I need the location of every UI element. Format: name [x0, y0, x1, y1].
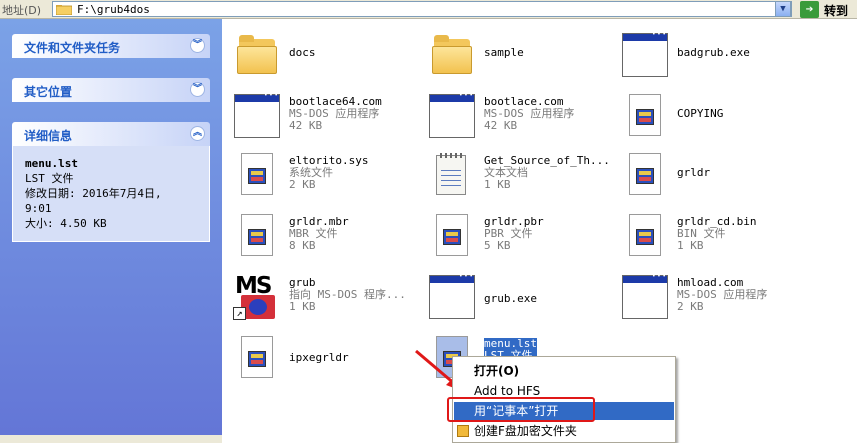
panel-other-places-header[interactable]: 其它位置 ︾ [12, 78, 210, 102]
chevron-up-icon[interactable]: ︽ [190, 126, 205, 141]
file-item-grldr[interactable]: grldr [621, 151, 816, 203]
folder-icon [233, 31, 281, 79]
file-item-grub[interactable]: MS ↗ grub 指向 MS-DOS 程序... 1 KB [233, 273, 428, 325]
menu-item-label: 创建F盘加密文件夹 [474, 424, 577, 438]
window-app-icon [621, 31, 669, 79]
file-name: grub.exe [484, 292, 537, 305]
panel-details: 详细信息 ︽ menu.lst LST 文件 修改日期: 2016年7月4日, … [12, 122, 210, 242]
file-item-get-source[interactable]: Get_Source_of_Th... 文本文档 1 KB [428, 151, 623, 203]
file-item-copying[interactable]: COPYING [621, 92, 816, 144]
chevron-down-icon[interactable]: ︾ [190, 82, 205, 97]
address-dropdown-button[interactable]: ▼ [775, 1, 791, 17]
generic-file-icon [621, 92, 669, 140]
window-app-icon [428, 92, 476, 140]
generic-file-icon [621, 151, 669, 199]
file-item-grldr-mbr[interactable]: grldr.mbr MBR 文件 8 KB [233, 212, 428, 264]
panel-file-tasks: 文件和文件夹任务 ︾ [12, 34, 210, 58]
shortcut-arrow-icon: ↗ [233, 307, 246, 320]
generic-file-icon [233, 212, 281, 260]
generic-file-icon [621, 212, 669, 260]
file-item-bootlace64[interactable]: bootlace64.comMS-DOS 应用程序42 KB [233, 92, 428, 144]
panel-title: 其它位置 [24, 85, 73, 99]
task-pane: 文件和文件夹任务 ︾ 其它位置 ︾ 详细信息 ︽ menu.lst LST 文件… [0, 19, 222, 443]
file-name: sample [484, 46, 524, 59]
details-size: 大小: 4.50 KB [25, 217, 107, 230]
file-name: ipxegrldr [289, 351, 349, 364]
details-modified: 修改日期: 2016年7月4日, [25, 187, 162, 200]
details-body: menu.lst LST 文件 修改日期: 2016年7月4日, 9:01 大小… [12, 146, 210, 242]
chevron-down-icon[interactable]: ︾ [190, 38, 205, 53]
arrow-right-icon: ➔ [800, 1, 819, 18]
details-modified-time: 9:01 [25, 202, 52, 215]
file-item-grldr-pbr[interactable]: grldr.pbr PBR 文件 5 KB [428, 212, 623, 264]
go-button[interactable]: ➔ 转到 [800, 1, 856, 18]
file-item-grub-exe[interactable]: grub.exe [428, 273, 623, 325]
file-item-bootlace[interactable]: bootlace.comMS-DOS 应用程序42 KB [428, 92, 623, 144]
address-bar: 地址(D) F:\grub4dos ▼ ➔ 转到 [0, 0, 857, 19]
status-bar [0, 435, 222, 443]
file-size: 8 KB [289, 239, 316, 252]
file-size: 2 KB [677, 300, 704, 313]
notepad-icon [428, 151, 476, 199]
file-name: docs [289, 46, 316, 59]
window-app-icon [428, 273, 476, 321]
folder-icon [428, 31, 476, 79]
panel-file-tasks-header[interactable]: 文件和文件夹任务 ︾ [12, 34, 210, 58]
file-size: 42 KB [289, 119, 323, 132]
file-item-docs[interactable]: docs [233, 31, 428, 83]
file-item-hmload[interactable]: hmload.comMS-DOS 应用程序2 KB [621, 273, 816, 325]
file-size: 5 KB [484, 239, 511, 252]
encrypt-folder-icon [457, 425, 469, 437]
generic-file-icon [428, 212, 476, 260]
menu-item-open[interactable]: 打开(O) [454, 362, 674, 380]
panel-title: 详细信息 [24, 129, 73, 143]
panel-other-places: 其它位置 ︾ [12, 78, 210, 102]
address-path: F:\grub4dos [77, 3, 150, 16]
file-item-badgrub[interactable]: badgrub.exe [621, 31, 816, 83]
go-label: 转到 [824, 4, 849, 18]
file-item-sample[interactable]: sample [428, 31, 623, 83]
file-size: 1 KB [289, 300, 316, 313]
annotation-highlight-box [447, 397, 595, 422]
details-file-name: menu.lst [25, 157, 78, 170]
file-name: badgrub.exe [677, 46, 750, 59]
chevron-down-icon: ▼ [780, 4, 786, 14]
file-item-grldr-cd[interactable]: grldr_cd.bin BIN 文件 1 KB [621, 212, 816, 264]
details-file-type: LST 文件 [25, 172, 74, 185]
panel-title: 文件和文件夹任务 [24, 41, 121, 55]
window-app-icon [621, 273, 669, 321]
menu-item-encrypt-folder[interactable]: 创建F盘加密文件夹 [454, 422, 674, 440]
file-name: grldr [677, 166, 711, 179]
file-size: 1 KB [677, 239, 704, 252]
generic-file-icon [233, 334, 281, 382]
window-app-icon [233, 92, 281, 140]
file-size: 1 KB [484, 178, 511, 191]
msdos-shortcut-icon: MS ↗ [233, 273, 281, 321]
file-name: COPYING [677, 107, 724, 120]
folder-icon [56, 5, 72, 15]
file-item-ipxegrldr[interactable]: ipxegrldr [233, 334, 428, 386]
generic-file-icon [233, 151, 281, 199]
file-item-eltorito[interactable]: eltorito.sys 系统文件 2 KB [233, 151, 428, 203]
panel-details-header[interactable]: 详细信息 ︽ [12, 122, 210, 146]
address-input[interactable]: F:\grub4dos [52, 1, 792, 17]
file-size: 2 KB [289, 178, 316, 191]
file-size: 42 KB [484, 119, 518, 132]
address-label: 地址(D) [2, 4, 42, 17]
